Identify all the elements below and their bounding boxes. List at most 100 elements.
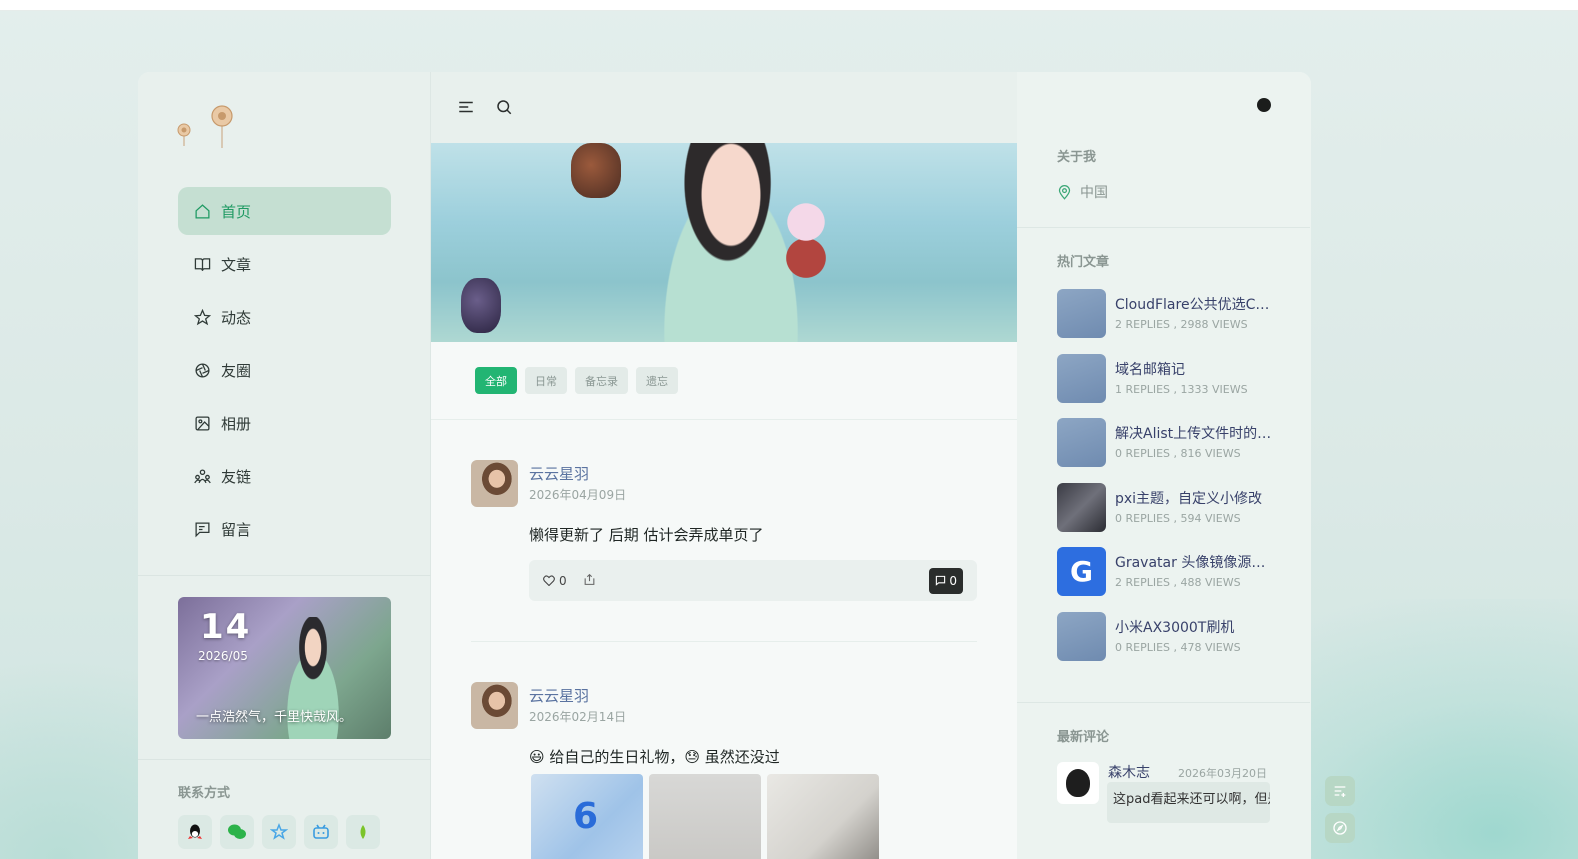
post-image[interactable]	[767, 774, 879, 859]
nav-item-label: 友链	[221, 467, 252, 486]
site-logo-icon[interactable]	[176, 102, 236, 150]
main-content: 全部 日常 备忘录 遗忘 云云星羽 2026年04月09日 懒得更新了 后期 估…	[431, 72, 1017, 859]
wechat-icon[interactable]	[220, 815, 254, 849]
comment-icon	[936, 575, 946, 586]
nav-item-label: 留言	[221, 520, 252, 539]
theme-toggle-icon[interactable]	[1257, 98, 1271, 112]
nav-item-home[interactable]: 首页	[178, 187, 391, 235]
hot-post-meta: 0 REPLIES , 594 VIEWS	[1115, 511, 1241, 525]
share-icon	[584, 573, 595, 585]
image-icon	[195, 415, 210, 431]
avatar[interactable]	[471, 682, 518, 729]
home-icon	[195, 203, 210, 219]
left-sidebar: 首页 文章 动态 友圈 相册 友链 留言 14 2026/05 一点浩然气，千里…	[138, 72, 431, 859]
post-text: 懒得更新了 后期 估计会弄成单页了	[529, 526, 764, 544]
hot-post-meta: 0 REPLIES , 816 VIEWS	[1115, 447, 1241, 461]
divider	[431, 419, 1017, 420]
search-icon[interactable]	[495, 98, 513, 116]
post-image[interactable]: 6	[531, 774, 643, 859]
qq-icon[interactable]	[178, 815, 212, 849]
divider	[471, 641, 977, 642]
post-date: 2026年04月09日	[529, 488, 627, 502]
like-button[interactable]: 0	[543, 574, 567, 588]
qzone-icon[interactable]	[262, 815, 296, 849]
post-author[interactable]: 云云星羽	[529, 685, 589, 706]
post-actions: 0 0	[529, 560, 977, 601]
app-container: 首页 文章 动态 友圈 相册 友链 留言 14 2026/05 一点浩然气，千里…	[138, 72, 1311, 859]
hot-post-meta: 1 REPLIES , 1333 VIEWS	[1115, 382, 1248, 396]
post-images: 6	[531, 774, 879, 859]
nav-item-friend-circle[interactable]: 友圈	[178, 346, 391, 394]
post-thumbnail	[1057, 611, 1106, 661]
hot-post-title[interactable]: 解决Alist上传文件时的问题	[1115, 423, 1273, 443]
share-button[interactable]	[583, 573, 596, 589]
banner-flower	[781, 198, 831, 278]
post-author[interactable]: 云云星羽	[529, 463, 589, 484]
contact-icons	[178, 815, 380, 849]
nav-item-articles[interactable]: 文章	[178, 240, 391, 288]
list-item[interactable]: CloudFlare公共优选CnameCDN 2 REPLIES , 2988 …	[1057, 289, 1277, 338]
hero-banner	[431, 143, 1017, 342]
calendar-quote: 一点浩然气，千里快哉风。	[196, 710, 353, 725]
divider	[1017, 702, 1310, 703]
hot-post-title[interactable]: 域名邮箱记	[1115, 359, 1273, 379]
main-nav: 首页 文章 动态 友圈 相册 友链 留言	[178, 187, 391, 558]
list-item[interactable]: 小米AX3000T刷机 0 REPLIES , 478 VIEWS	[1057, 611, 1277, 661]
hot-post-meta: 0 REPLIES , 478 VIEWS	[1115, 640, 1241, 654]
post-date: 2026年02月14日	[529, 710, 627, 724]
like-count: 0	[559, 573, 567, 588]
nav-item-links[interactable]: 友链	[178, 452, 391, 500]
hot-post-meta: 2 REPLIES , 488 VIEWS	[1115, 576, 1241, 590]
tab-daily[interactable]: 日常	[525, 367, 567, 394]
bilibili-icon[interactable]	[304, 815, 338, 849]
weather-icon[interactable]	[346, 815, 380, 849]
hot-post-title[interactable]: 小米AX3000T刷机	[1115, 617, 1273, 637]
banner-decoration	[461, 278, 501, 333]
nav-item-album[interactable]: 相册	[178, 399, 391, 447]
post-thumbnail	[1057, 482, 1106, 532]
post-thumbnail	[1057, 353, 1106, 403]
hot-post-title[interactable]: pxi主题，自定义小修改	[1115, 488, 1273, 508]
latest-comment[interactable]: 森木志 2026年03月20日 这pad看起来还可以啊，但是	[1057, 762, 1270, 832]
about-title: 关于我	[1057, 150, 1097, 165]
toc-button[interactable]	[1325, 776, 1355, 806]
aperture-icon	[195, 362, 210, 378]
tab-all[interactable]: 全部	[475, 367, 517, 394]
tab-forgotten[interactable]: 遗忘	[636, 367, 678, 394]
comment-count: 0	[949, 573, 957, 588]
main-topbar	[431, 72, 1017, 143]
hot-post-title[interactable]: Gravatar 头像镜像源收集	[1115, 552, 1273, 572]
nav-item-label: 文章	[221, 255, 252, 274]
nav-item-guestbook[interactable]: 留言	[178, 505, 391, 553]
post-thumbnail	[1057, 289, 1106, 338]
hot-post-title[interactable]: CloudFlare公共优选CnameCDN	[1115, 294, 1273, 314]
calendar-month: 2026/05	[198, 649, 248, 663]
comment-author[interactable]: 森木志	[1108, 762, 1150, 782]
location-text: 中国	[1080, 185, 1108, 201]
post-image[interactable]	[649, 774, 761, 859]
list-item[interactable]: 解决Alist上传文件时的问题 0 REPLIES , 816 VIEWS	[1057, 418, 1277, 468]
post-text: 😃 给自己的生日礼物，😓 虽然还没过	[529, 748, 780, 766]
daily-calendar-card[interactable]: 14 2026/05 一点浩然气，千里快哉风。	[178, 597, 391, 739]
list-item[interactable]: 域名邮箱记 1 REPLIES , 1333 VIEWS	[1057, 353, 1277, 403]
compass-icon	[1333, 821, 1347, 835]
banner-decoration	[571, 143, 621, 198]
comment-text: 这pad看起来还可以啊，但是	[1107, 782, 1270, 823]
nav-item-label: 动态	[221, 308, 252, 327]
avatar[interactable]	[471, 460, 518, 507]
users-icon	[194, 468, 211, 483]
nav-item-moments[interactable]: 动态	[178, 293, 391, 341]
location-pin-icon	[1058, 184, 1071, 200]
category-tabs: 全部 日常 备忘录 遗忘	[475, 367, 678, 394]
list-item[interactable]: pxi主题，自定义小修改 0 REPLIES , 594 VIEWS	[1057, 482, 1277, 532]
avatar[interactable]	[1057, 762, 1099, 804]
nav-item-label: 友圈	[221, 361, 252, 380]
hot-posts-title: 热门文章	[1057, 255, 1110, 270]
comment-button[interactable]: 0	[929, 567, 963, 594]
hot-post-meta: 2 REPLIES , 2988 VIEWS	[1115, 318, 1248, 331]
menu-icon[interactable]	[457, 98, 475, 116]
right-sidebar: 关于我 中国 热门文章 CloudFlare公共优选CnameCDN 2 REP…	[1017, 72, 1311, 859]
list-item[interactable]: G Gravatar 头像镜像源收集 2 REPLIES , 488 VIEWS	[1057, 547, 1277, 597]
tab-memo[interactable]: 备忘录	[575, 367, 628, 394]
compass-button[interactable]	[1325, 813, 1355, 843]
